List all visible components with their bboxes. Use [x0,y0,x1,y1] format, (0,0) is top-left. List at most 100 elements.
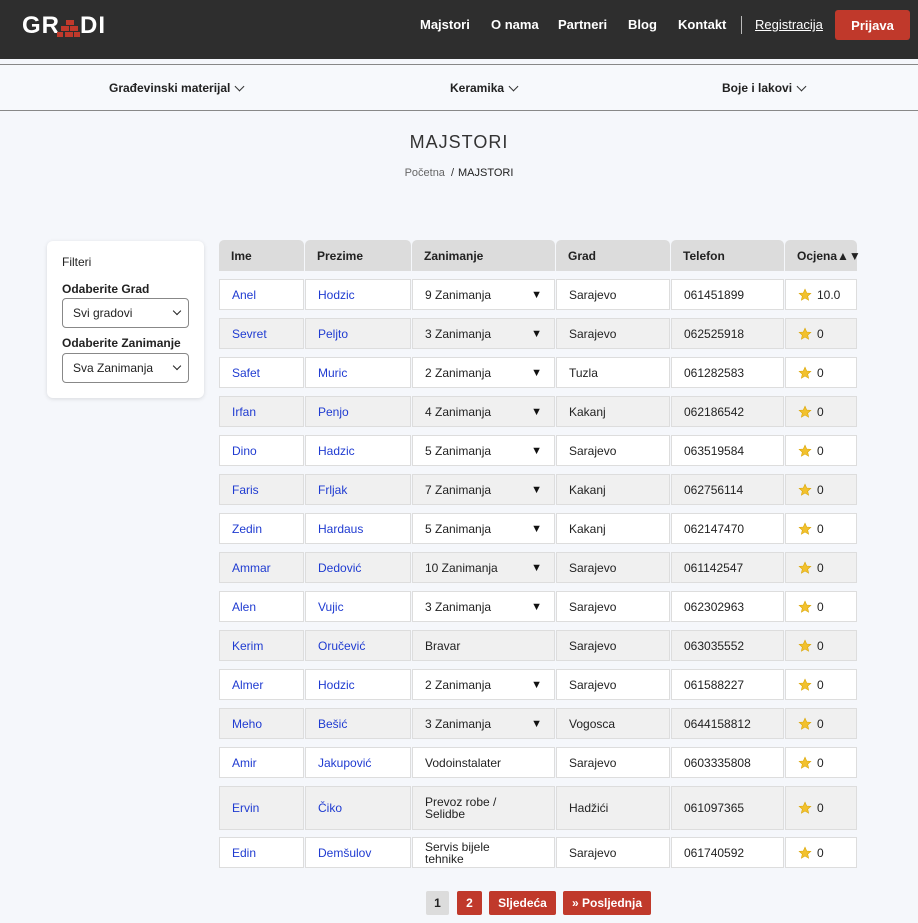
cell-telefon: 063035552 [671,630,784,661]
login-button[interactable]: Prijava [835,10,910,40]
ime-link[interactable]: Ervin [232,801,259,815]
cell-grad: Sarajevo [556,552,670,583]
page-2-button[interactable]: 2 [457,891,482,915]
cell-ocjena: 0 [785,357,857,388]
dropdown-arrow-icon[interactable]: ▼ [531,367,542,379]
ime-link[interactable]: Zedin [232,522,262,536]
category-gradjevinski-materijal[interactable]: Građevinski materijal [109,81,245,95]
page-title: MAJSTORI [409,132,509,152]
next-page-button[interactable]: Sljedeća [489,891,556,915]
prezime-link[interactable]: Hodzic [318,678,355,692]
ime-link[interactable]: Sevret [232,327,267,341]
rating-value: 0 [817,521,824,536]
telefon-text: 0603335808 [684,755,751,770]
dropdown-arrow-icon[interactable]: ▼ [531,562,542,574]
prezime-link[interactable]: Čiko [318,801,342,815]
prezime-link[interactable]: Oručević [318,639,365,653]
cell-zanimanje[interactable]: 9 Zanimanja ▼ [412,279,555,310]
dropdown-arrow-icon[interactable]: ▼ [531,718,542,730]
nav-o-nama[interactable]: O nama [491,17,539,32]
cell-zanimanje: Servis bijele tehnike [412,837,555,868]
ime-link[interactable]: Meho [232,717,262,731]
cell-zanimanje[interactable]: 2 Zanimanja ▼ [412,669,555,700]
prezime-link[interactable]: Hodzic [318,288,355,302]
header-ocjena-sort[interactable]: Ocjena▲▼ [785,240,861,271]
nav-majstori[interactable]: Majstori [420,17,470,32]
dropdown-arrow-icon[interactable]: ▼ [531,484,542,496]
prezime-link[interactable]: Frljak [318,483,347,497]
ime-link[interactable]: Irfan [232,405,256,419]
cell-zanimanje[interactable]: 10 Zanimanja ▼ [412,552,555,583]
dropdown-arrow-icon[interactable]: ▼ [531,445,542,457]
prezime-link[interactable]: Jakupović [318,756,371,770]
cell-prezime: Jakupović [305,747,411,778]
zanimanje-text: 2 Zanimanja [425,365,492,380]
prezime-link[interactable]: Peljto [318,327,348,341]
prezime-link[interactable]: Dedović [318,561,361,575]
header-zanimanje[interactable]: Zanimanje [412,240,555,271]
cell-zanimanje[interactable]: 5 Zanimanja ▼ [412,435,555,466]
ime-link[interactable]: Dino [232,444,257,458]
cell-zanimanje[interactable]: 5 Zanimanja ▼ [412,513,555,544]
prezime-link[interactable]: Hadzic [318,444,355,458]
prezime-link[interactable]: Vujic [318,600,344,614]
cell-zanimanje[interactable]: 3 Zanimanja ▼ [412,708,555,739]
logo[interactable]: GR DI [22,12,106,40]
page-1-button[interactable]: 1 [426,891,449,915]
header-ime[interactable]: Ime [219,240,304,271]
dropdown-arrow-icon[interactable]: ▼ [531,679,542,691]
ime-link[interactable]: Faris [232,483,259,497]
ime-link[interactable]: Anel [232,288,256,302]
nav-kontakt[interactable]: Kontakt [678,17,726,32]
ime-link[interactable]: Kerim [232,639,263,653]
prezime-link[interactable]: Muric [318,366,347,380]
table-row: Alen Vujic 3 Zanimanja ▼ Sarajevo 062302963 0 [219,591,857,622]
category-boje-i-lakovi[interactable]: Boje i lakovi [722,81,807,95]
star-icon [798,443,812,457]
grad-text: Sarajevo [569,677,617,692]
ime-link[interactable]: Almer [232,678,263,692]
cell-zanimanje[interactable]: 4 Zanimanja ▼ [412,396,555,427]
ime-link[interactable]: Edin [232,846,256,860]
cell-ocjena: 0 [785,591,857,622]
ime-link[interactable]: Ammar [232,561,271,575]
category-keramika[interactable]: Keramika [450,81,519,95]
grad-text: Sarajevo [569,560,617,575]
star-icon [798,560,812,574]
grad-text: Sarajevo [569,287,617,302]
chevron-down-icon [796,81,807,91]
breadcrumb-home[interactable]: Početna [405,167,445,179]
ime-link[interactable]: Amir [232,756,257,770]
last-page-button[interactable]: » Posljednja [563,891,651,915]
city-select[interactable]: Svi gradovi [62,298,189,328]
rating-value: 0 [817,755,824,770]
prezime-link[interactable]: Penjo [318,405,349,419]
header-telefon[interactable]: Telefon [671,240,784,271]
prezime-link[interactable]: Hardaus [318,522,363,536]
ime-link[interactable]: Alen [232,600,256,614]
dropdown-arrow-icon[interactable]: ▼ [531,601,542,613]
telefon-text: 063035552 [684,638,745,653]
ime-link[interactable]: Safet [232,366,260,380]
nav-blog[interactable]: Blog [628,17,657,32]
top-navbar: GR DI Majstori O nama Partneri Blog Kont… [0,0,918,59]
rating-value: 0 [817,599,824,614]
cell-zanimanje[interactable]: 3 Zanimanja ▼ [412,318,555,349]
nav-partneri[interactable]: Partneri [558,17,607,32]
cell-zanimanje[interactable]: 7 Zanimanja ▼ [412,474,555,505]
cell-prezime: Peljto [305,318,411,349]
cell-zanimanje[interactable]: 2 Zanimanja ▼ [412,357,555,388]
header-prezime[interactable]: Prezime [305,240,411,271]
dropdown-arrow-icon[interactable]: ▼ [531,328,542,340]
dropdown-arrow-icon[interactable]: ▼ [531,289,542,301]
header-grad[interactable]: Grad [556,240,670,271]
dropdown-arrow-icon[interactable]: ▼ [531,523,542,535]
cell-zanimanje[interactable]: 3 Zanimanja ▼ [412,591,555,622]
prezime-link[interactable]: Demšulov [318,846,371,860]
dropdown-arrow-icon[interactable]: ▼ [531,406,542,418]
cell-grad: Hadžići [556,786,670,830]
trade-select[interactable]: Sva Zanimanja [62,353,189,383]
register-link[interactable]: Registracija [755,17,823,32]
chevron-down-icon [172,306,182,316]
prezime-link[interactable]: Bešić [318,717,347,731]
